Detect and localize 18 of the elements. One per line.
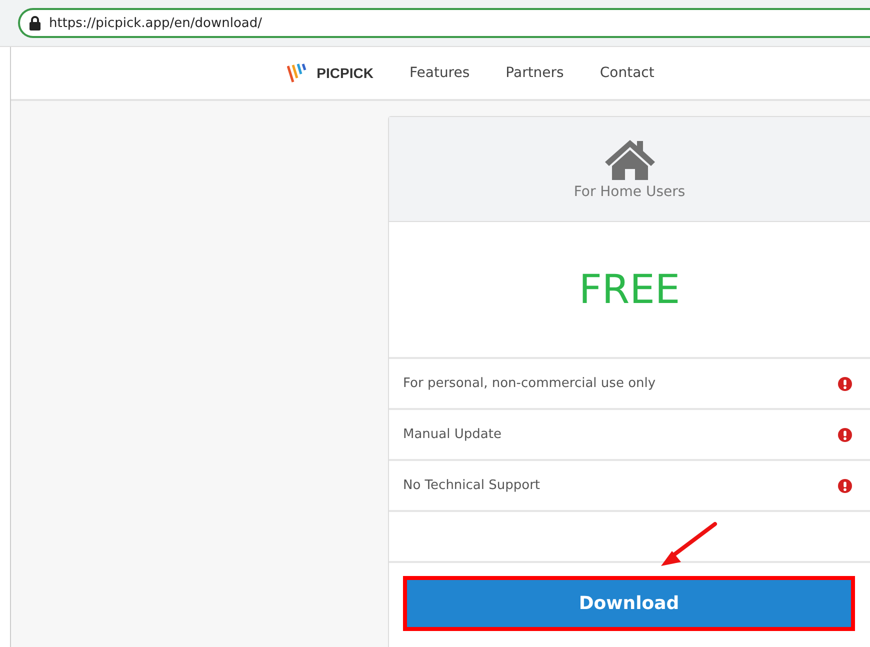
plan-title: For Home Users: [574, 184, 686, 200]
nav-link[interactable]: Partners: [506, 65, 564, 81]
logo-icon: [286, 63, 309, 83]
feature-text: No Technical Support: [403, 478, 540, 493]
house-icon: [602, 138, 656, 180]
url-text: https://picpick.app/en/download/: [49, 16, 262, 30]
feature-text: Manual Update: [403, 427, 502, 442]
download-button[interactable]: Download: [403, 576, 855, 631]
brand-name: PICPICK: [316, 65, 374, 81]
address-bar[interactable]: https://picpick.app/en/download/: [18, 8, 870, 38]
nav-link[interactable]: Features: [409, 65, 470, 81]
lock-icon: [29, 16, 41, 30]
warning-icon: [838, 478, 852, 492]
price: FREE: [578, 266, 680, 312]
feature-text: For personal, non-commercial use only: [403, 376, 656, 391]
nav-link[interactable]: Contact: [600, 65, 654, 81]
warning-icon: [838, 376, 852, 390]
warning-icon: [838, 428, 852, 442]
